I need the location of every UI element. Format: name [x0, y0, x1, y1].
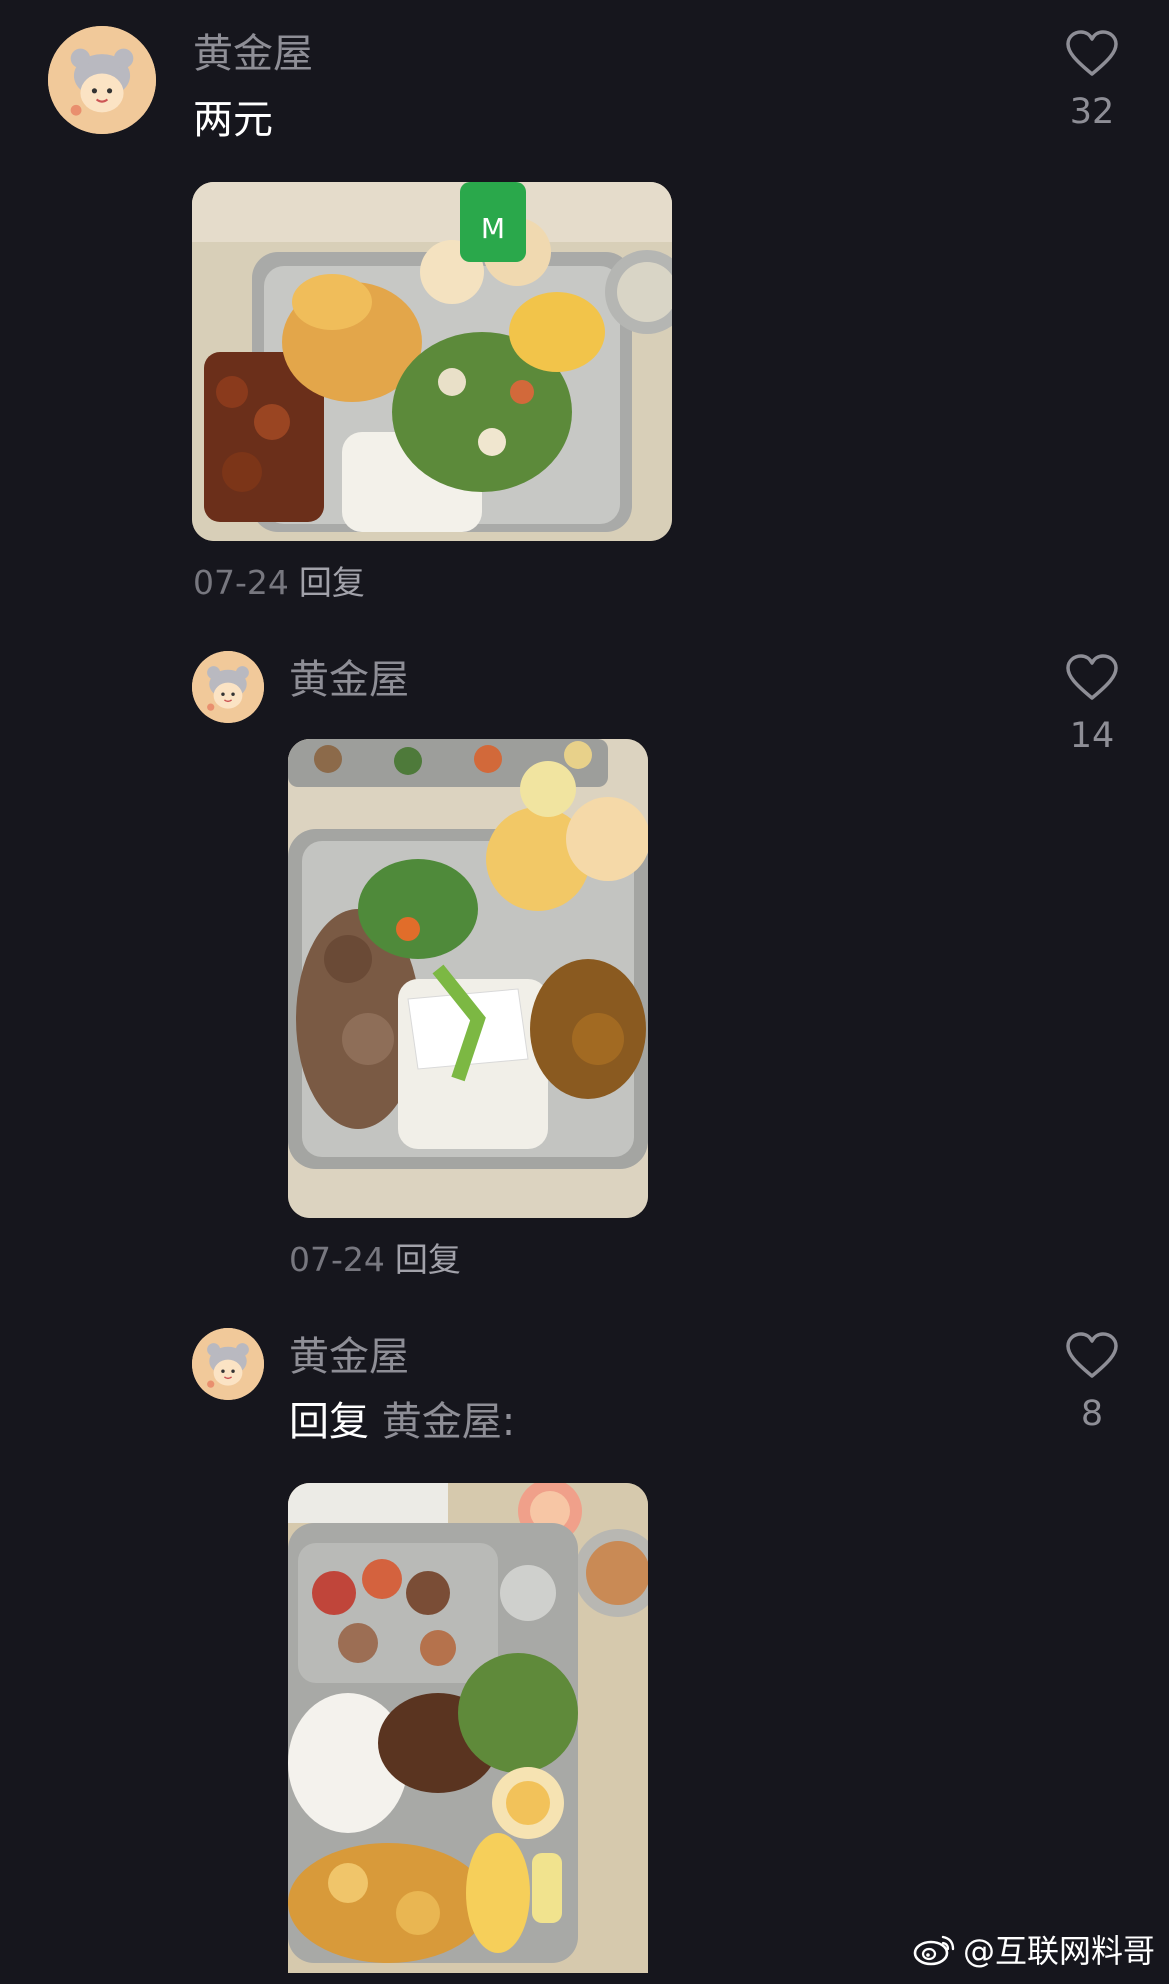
- comment-text: 回复 黄金屋:: [289, 1402, 515, 1442]
- heart-icon: [1066, 1332, 1118, 1378]
- reply-mention[interactable]: 黄金屋:: [382, 1399, 515, 1445]
- comment-photo[interactable]: [288, 739, 648, 1218]
- avatar[interactable]: [192, 651, 264, 723]
- reply-prefix: 回复: [289, 1399, 369, 1445]
- svg-text:M: M: [481, 212, 505, 245]
- avatar-cartoon-icon: [192, 1328, 264, 1400]
- weibo-icon: [913, 1935, 955, 1966]
- heart-icon: [1066, 654, 1118, 700]
- comment-date: 07-24: [193, 563, 289, 602]
- reply-button[interactable]: 回复: [299, 563, 365, 602]
- reply-button[interactable]: 回复: [395, 1240, 461, 1279]
- avatar[interactable]: [48, 26, 156, 134]
- like-count: 32: [1069, 92, 1115, 132]
- avatar-cartoon-icon: [192, 651, 264, 723]
- comment-text: 两元: [193, 97, 273, 143]
- comment-meta: 07-24 回复: [193, 566, 365, 599]
- like-button[interactable]: 14: [1047, 654, 1137, 756]
- comment-date: 07-24: [289, 1240, 385, 1279]
- heart-icon: [1066, 30, 1118, 76]
- food-tray-image: [288, 739, 648, 1218]
- comment-username[interactable]: 黄金屋: [193, 34, 313, 74]
- like-count: 14: [1069, 716, 1115, 756]
- watermark-text: @互联网料哥: [962, 1932, 1155, 1970]
- like-button[interactable]: 8: [1047, 1332, 1137, 1434]
- comment-meta: 07-24 回复: [289, 1243, 461, 1276]
- comment-photo[interactable]: M: [192, 182, 672, 541]
- food-tray-image: M: [192, 182, 672, 541]
- food-tray-image: [288, 1483, 648, 1973]
- like-button[interactable]: 32: [1047, 30, 1137, 132]
- watermark: @互联网料哥: [913, 1926, 1155, 1972]
- comment-photo[interactable]: [288, 1483, 648, 1973]
- comment-username[interactable]: 黄金屋: [289, 660, 409, 700]
- avatar-cartoon-icon: [48, 26, 156, 134]
- comment-username[interactable]: 黄金屋: [289, 1337, 409, 1377]
- avatar[interactable]: [192, 1328, 264, 1400]
- like-count: 8: [1080, 1394, 1104, 1434]
